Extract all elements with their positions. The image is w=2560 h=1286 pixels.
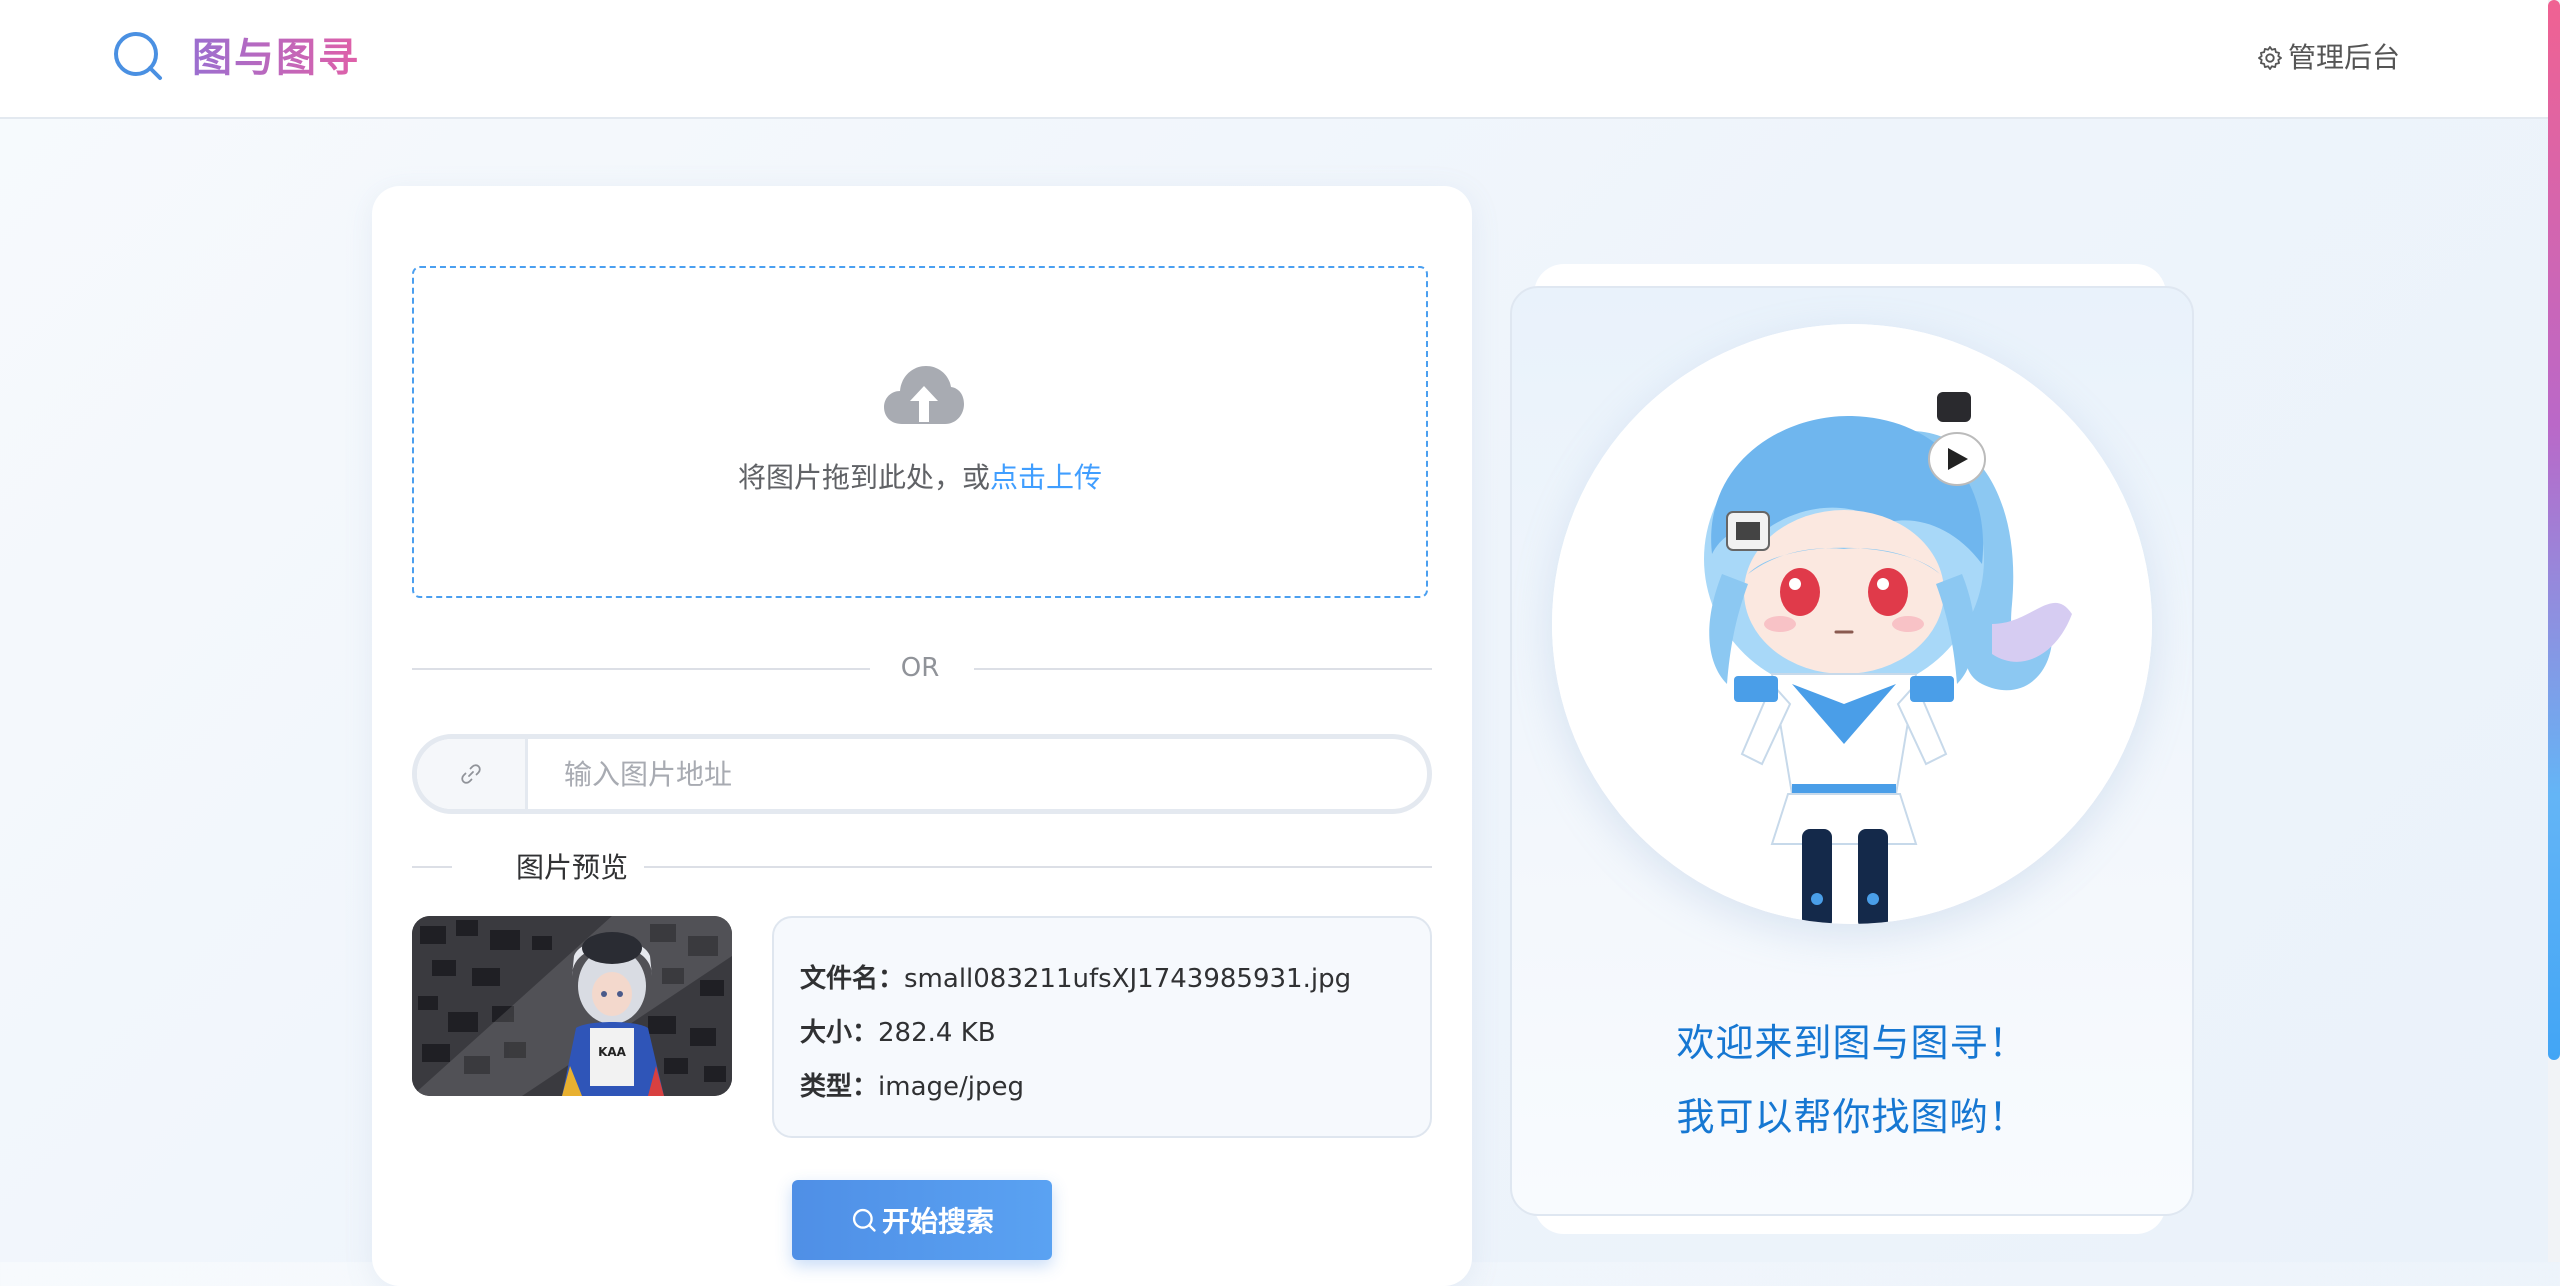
url-prefix: [417, 739, 528, 809]
upload-prompt-text: 将图片拖到此处，或: [737, 461, 990, 494]
file-name-value: small083211ufsXJ1743985931.jpg: [904, 964, 1352, 994]
image-url-group: [412, 734, 1432, 814]
admin-label: 管理后台: [2287, 41, 2400, 74]
preview-divider-right: [644, 866, 1432, 868]
svg-text:KAA: KAA: [598, 1045, 627, 1059]
start-search-label: 开始搜索: [881, 1205, 994, 1238]
click-upload-link[interactable]: 点击上传: [990, 461, 1102, 494]
welcome-line-1: 欢迎来到图与图寻！: [1676, 1021, 2028, 1065]
image-url-input[interactable]: [528, 739, 1427, 809]
cloud-upload-icon: [884, 366, 964, 424]
mascot-card: 欢迎来到图与图寻！ 我可以帮你找图哟！: [1510, 286, 2194, 1216]
file-type-row: 类型：image/jpeg: [800, 1060, 1404, 1114]
or-label: OR: [900, 653, 940, 683]
mascot-avatar: [1552, 324, 2152, 924]
page-scrollbar-thumb[interactable]: [2548, 0, 2560, 1060]
or-divider-left: [412, 668, 870, 670]
file-size-row: 大小：282.4 KB: [800, 1006, 1404, 1060]
upload-prompt: 将图片拖到此处，或点击上传: [414, 458, 1426, 498]
file-type-label: 类型：: [800, 1072, 879, 1102]
file-name-row: 文件名：small083211ufsXJ1743985931.jpg: [800, 952, 1404, 1006]
top-header: 图与图寻 管理后台: [0, 0, 2548, 119]
file-info-panel: 文件名：small083211ufsXJ1743985931.jpg 大小：28…: [772, 916, 1432, 1138]
admin-link[interactable]: 管理后台: [2256, 38, 2400, 78]
upload-card: 将图片拖到此处，或点击上传 OR 图片预览: [372, 186, 1472, 1286]
start-search-button[interactable]: 开始搜索: [792, 1180, 1052, 1260]
welcome-line-2: 我可以帮你找图哟！: [1676, 1095, 2028, 1139]
upload-dropzone[interactable]: 将图片拖到此处，或点击上传: [412, 266, 1428, 598]
search-icon: [852, 1208, 876, 1232]
file-size-label: 大小：: [800, 1018, 879, 1048]
file-size-value: 282.4 KB: [878, 1018, 996, 1048]
search-icon: [114, 32, 162, 80]
preview-thumbnail: KAA: [412, 916, 732, 1096]
gear-icon: [2258, 46, 2282, 70]
brand-title: 图与图寻: [192, 30, 360, 86]
file-type-value: image/jpeg: [878, 1072, 1024, 1102]
preview-title: 图片预览: [515, 851, 628, 884]
link-icon: [461, 764, 481, 784]
file-name-label: 文件名：: [800, 964, 905, 994]
or-divider-right: [974, 668, 1432, 670]
preview-divider-left: [412, 866, 452, 868]
